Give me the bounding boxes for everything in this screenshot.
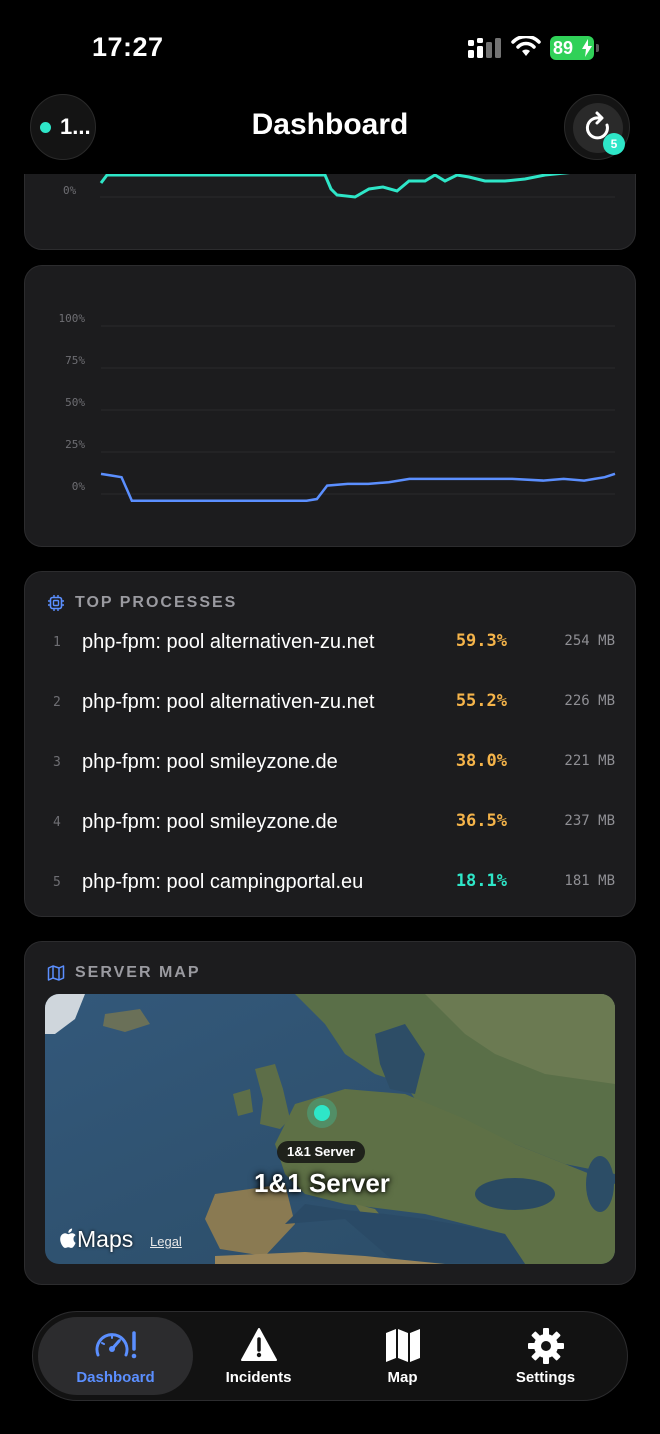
- tab-map-label: Map: [387, 1369, 418, 1386]
- process-row[interactable]: 1 php-fpm: pool alternativen-zu.net 59.3% 2…: [25, 623, 635, 663]
- tab-dashboard[interactable]: Dashboard: [38, 1317, 193, 1395]
- process-name: php-fpm: pool alternativen-zu.net: [82, 691, 375, 713]
- series-line: [100, 472, 616, 502]
- refresh-button[interactable]: 5: [564, 94, 630, 160]
- maps-legal-link[interactable]: Legal: [150, 1234, 182, 1249]
- process-memory: 221 MB: [564, 753, 615, 769]
- server-map-card: SERVER MAP 1&1 Server 1&1 Server Maps Le…: [24, 941, 636, 1285]
- tab-incidents-label: Incidents: [225, 1369, 292, 1386]
- tab-bar: Dashboard Incidents Map Settings: [32, 1311, 628, 1401]
- wifi-icon: [511, 36, 541, 56]
- server-map-view[interactable]: 1&1 Server 1&1 Server Maps Legal: [45, 994, 615, 1264]
- maps-brand-text: Maps: [77, 1226, 134, 1252]
- process-row[interactable]: 2 php-fpm: pool alternativen-zu.net 55.2% 2…: [25, 683, 635, 723]
- tab-settings-label: Settings: [515, 1369, 576, 1386]
- process-rank: 3: [53, 755, 61, 770]
- y-tick-label: 50%: [65, 396, 85, 409]
- y-tick-label: 100%: [59, 312, 86, 325]
- tab-dashboard-label: Dashboard: [76, 1369, 155, 1386]
- y-tick-0: 0%: [63, 184, 77, 197]
- process-row[interactable]: 3 php-fpm: pool smileyzone.de 38.0% 221 MB: [25, 743, 635, 783]
- process-cpu: 38.0%: [455, 751, 507, 771]
- process-name: php-fpm: pool smileyzone.de: [82, 751, 338, 773]
- map-outline-icon: [47, 965, 65, 981]
- process-cpu: 36.5%: [455, 811, 507, 831]
- tab-incidents[interactable]: Incidents: [181, 1317, 336, 1395]
- status-bar: 17:27 89: [0, 0, 660, 90]
- top-processes-title: TOP PROCESSES: [75, 594, 238, 611]
- process-memory: 254 MB: [564, 633, 615, 649]
- page-title: Dashboard: [251, 108, 409, 141]
- charging-bolt-icon: [582, 39, 592, 57]
- clock: 17:27: [92, 32, 164, 62]
- process-name: php-fpm: pool campingportal.eu: [82, 871, 364, 893]
- process-name: php-fpm: pool alternativen-zu.net: [82, 631, 375, 653]
- process-rank: 4: [53, 815, 61, 830]
- cellular-signal-icon: [468, 38, 501, 58]
- tab-settings[interactable]: Settings: [468, 1317, 623, 1395]
- series-line: [99, 169, 586, 199]
- memory-chart: 100% 75% 50% 25% 0%: [59, 312, 616, 502]
- process-memory: 237 MB: [564, 813, 615, 829]
- satellite-map-image: [45, 994, 615, 1264]
- server-map-pin[interactable]: [307, 1098, 337, 1128]
- map-pin-tag: 1&1 Server: [277, 1141, 365, 1163]
- server-map-title: SERVER MAP: [75, 964, 201, 981]
- warning-icon: [181, 1327, 336, 1365]
- process-rank: 2: [53, 695, 61, 710]
- process-cpu: 59.3%: [455, 631, 507, 651]
- map-icon: [325, 1327, 480, 1365]
- y-tick-label: 25%: [65, 438, 85, 451]
- process-memory: 226 MB: [564, 693, 615, 709]
- process-name: php-fpm: pool smileyzone.de: [82, 811, 338, 833]
- tab-map[interactable]: Map: [325, 1317, 480, 1395]
- process-row[interactable]: 5 php-fpm: pool campingportal.eu 18.1% 181 …: [25, 863, 635, 903]
- gauge-icon: [38, 1327, 193, 1365]
- top-processes-card: TOP PROCESSES 1 php-fpm: pool alternative…: [24, 571, 636, 917]
- y-tick-label: 0%: [72, 480, 86, 493]
- memory-chart-card: 100% 75% 50% 25% 0%: [24, 265, 636, 547]
- map-pin-label: 1&1 Server: [254, 1168, 390, 1198]
- process-rank: 1: [53, 635, 61, 650]
- refresh-count-badge: 5: [603, 133, 625, 155]
- gear-icon: [468, 1327, 623, 1365]
- process-row[interactable]: 4 php-fpm: pool smileyzone.de 36.5% 237 MB: [25, 803, 635, 843]
- apple-logo-icon: [60, 1228, 76, 1248]
- process-cpu: 18.1%: [455, 871, 507, 891]
- y-tick-label: 75%: [65, 354, 85, 367]
- apple-maps-logo: Maps: [59, 1226, 133, 1253]
- battery-cap: [596, 44, 599, 52]
- process-memory: 181 MB: [564, 873, 615, 889]
- cpu-chip-icon: [48, 595, 64, 611]
- process-cpu: 55.2%: [455, 691, 507, 711]
- process-rank: 5: [53, 875, 61, 890]
